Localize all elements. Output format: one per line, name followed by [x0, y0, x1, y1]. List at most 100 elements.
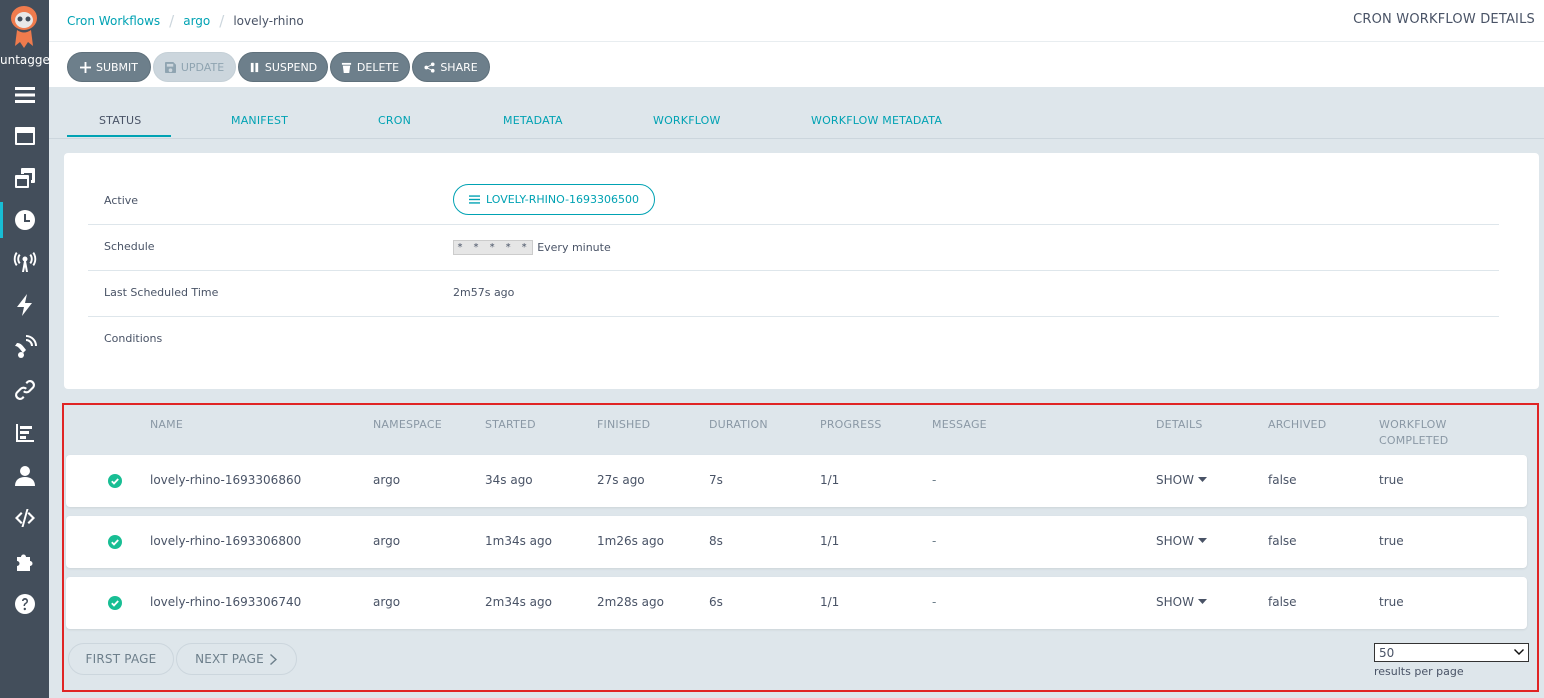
help-icon[interactable] [0, 586, 49, 622]
status-row-conditions: Conditions [88, 317, 1499, 363]
tab-workflow[interactable]: WORKFLOW [653, 114, 721, 127]
breadcrumb-separator: / [219, 12, 225, 30]
workflow-progress: 1/1 [820, 534, 840, 548]
header-completed-line1: WORKFLOW [1379, 418, 1447, 431]
workflows-icon[interactable] [0, 118, 49, 154]
header-details[interactable]: DETAILS [1156, 417, 1203, 433]
success-check-icon [108, 535, 122, 549]
update-label: UPDATE [180, 60, 225, 74]
results-per-page-label: results per page [1374, 665, 1464, 678]
header-progress[interactable]: PROGRESS [820, 417, 882, 433]
header-started[interactable]: STARTED [485, 417, 536, 433]
header-finished[interactable]: FINISHED [597, 417, 650, 433]
workflow-started: 2m34s ago [485, 595, 552, 609]
status-row-last-scheduled: Last Scheduled Time 2m57s ago [88, 271, 1499, 317]
workflow-message: - [932, 534, 937, 548]
sidebar: untagged [0, 0, 49, 698]
cron-workflows-icon[interactable] [0, 202, 49, 238]
workflow-started: 34s ago [485, 473, 533, 487]
workflow-duration: 7s [709, 473, 723, 487]
user-icon[interactable] [0, 458, 49, 494]
workflow-duration: 6s [709, 595, 723, 609]
plugins-icon[interactable] [0, 544, 49, 580]
active-label: Active [104, 194, 139, 207]
chevron-right-icon [269, 653, 277, 665]
tab-status[interactable]: STATUS [99, 114, 141, 127]
workflow-started: 1m34s ago [485, 534, 552, 548]
header-workflow-completed[interactable]: WORKFLOW COMPLETED [1379, 417, 1448, 449]
header-duration[interactable]: DURATION [709, 417, 768, 433]
first-page-button[interactable]: FIRST PAGE [68, 643, 174, 675]
header-archived[interactable]: ARCHIVED [1268, 417, 1326, 433]
workflow-completed: true [1379, 534, 1404, 548]
active-workflow-link[interactable]: LOVELY-RHINO-1693306500 [453, 184, 656, 215]
workflows-list-panel: NAME NAMESPACE STARTED FINISHED DURATION… [62, 403, 1539, 692]
breadcrumb-namespace[interactable]: argo [183, 14, 210, 28]
breadcrumb-current: lovely-rhino [233, 14, 304, 28]
tab-cron[interactable]: CRON [378, 114, 411, 127]
tab-manifest[interactable]: MANIFEST [231, 114, 288, 127]
suspend-button[interactable]: SUSPEND [238, 52, 328, 82]
workflow-name: lovely-rhino-1693306800 [150, 534, 302, 548]
menu-icon[interactable] [0, 77, 49, 113]
active-tab-indicator [67, 135, 171, 137]
event-flow-icon[interactable] [0, 329, 49, 365]
share-label: SHARE [440, 60, 478, 74]
status-row-schedule: Schedule * * * * * Every minute [88, 225, 1499, 271]
detail-tabs: STATUS MANIFEST CRON METADATA WORKFLOW W… [49, 87, 1544, 139]
first-page-label: FIRST PAGE [85, 652, 157, 666]
workflow-finished: 1m26s ago [597, 534, 664, 548]
workflow-templates-icon[interactable] [0, 160, 49, 196]
delete-label: DELETE [356, 60, 400, 74]
header-message[interactable]: MESSAGE [932, 417, 987, 433]
api-docs-icon[interactable] [0, 500, 49, 536]
show-details-label: SHOW [1156, 595, 1194, 609]
links-icon[interactable] [0, 372, 49, 408]
workflow-name: lovely-rhino-1693306860 [150, 473, 302, 487]
schedule-value: * * * * * Every minute [453, 240, 611, 255]
header-name[interactable]: NAME [150, 417, 183, 433]
workflow-progress: 1/1 [820, 473, 840, 487]
tab-metadata[interactable]: METADATA [503, 114, 563, 127]
workflow-duration: 8s [709, 534, 723, 548]
workflow-namespace: argo [373, 473, 401, 487]
event-sources-icon[interactable] [0, 244, 49, 280]
update-button[interactable]: UPDATE [153, 52, 236, 82]
workflow-namespace: argo [373, 534, 401, 548]
show-details-button[interactable]: SHOW [1156, 534, 1207, 548]
status-row-active: Active LOVELY-RHINO-1693306500 [88, 179, 1499, 225]
share-icon [424, 61, 435, 73]
caret-down-icon [1197, 538, 1207, 543]
workflow-completed: true [1379, 473, 1404, 487]
namespace-label[interactable]: untagged [0, 53, 49, 67]
caret-down-icon [1197, 477, 1207, 482]
results-per-page-value: 50 [1379, 645, 1395, 660]
workflow-row[interactable]: lovely-rhino-1693306740 argo 2m34s ago 2… [66, 577, 1527, 629]
next-page-button[interactable]: NEXT PAGE [176, 643, 297, 675]
show-details-button[interactable]: SHOW [1156, 595, 1207, 609]
workflow-message: - [932, 595, 937, 609]
show-details-label: SHOW [1156, 473, 1194, 487]
workflow-finished: 27s ago [597, 473, 645, 487]
workflows-table-header: NAME NAMESPACE STARTED FINISHED DURATION… [64, 405, 1537, 455]
workflow-row[interactable]: lovely-rhino-1693306800 argo 1m34s ago 1… [66, 516, 1527, 568]
workflow-progress: 1/1 [820, 595, 840, 609]
delete-button[interactable]: DELETE [330, 52, 410, 82]
status-card: Active LOVELY-RHINO-1693306500 Schedule … [64, 153, 1539, 389]
sensors-icon[interactable] [0, 287, 49, 323]
workflow-name: lovely-rhino-1693306740 [150, 595, 302, 609]
workflow-row[interactable]: lovely-rhino-1693306860 argo 34s ago 27s… [66, 455, 1527, 507]
breadcrumb-cron-workflows[interactable]: Cron Workflows [67, 14, 160, 28]
results-per-page-select[interactable]: 50 [1374, 643, 1529, 662]
workflow-completed: true [1379, 595, 1404, 609]
workflow-message: - [932, 473, 937, 487]
tab-workflow-metadata[interactable]: WORKFLOW METADATA [811, 114, 942, 127]
reports-icon[interactable] [0, 415, 49, 451]
header-namespace[interactable]: NAMESPACE [373, 417, 442, 433]
next-page-label: NEXT PAGE [195, 652, 264, 666]
show-details-button[interactable]: SHOW [1156, 473, 1207, 487]
argo-logo-icon[interactable] [8, 4, 40, 50]
submit-button[interactable]: SUBMIT [67, 52, 151, 82]
share-button[interactable]: SHARE [412, 52, 490, 82]
breadcrumb-separator: / [169, 12, 175, 30]
